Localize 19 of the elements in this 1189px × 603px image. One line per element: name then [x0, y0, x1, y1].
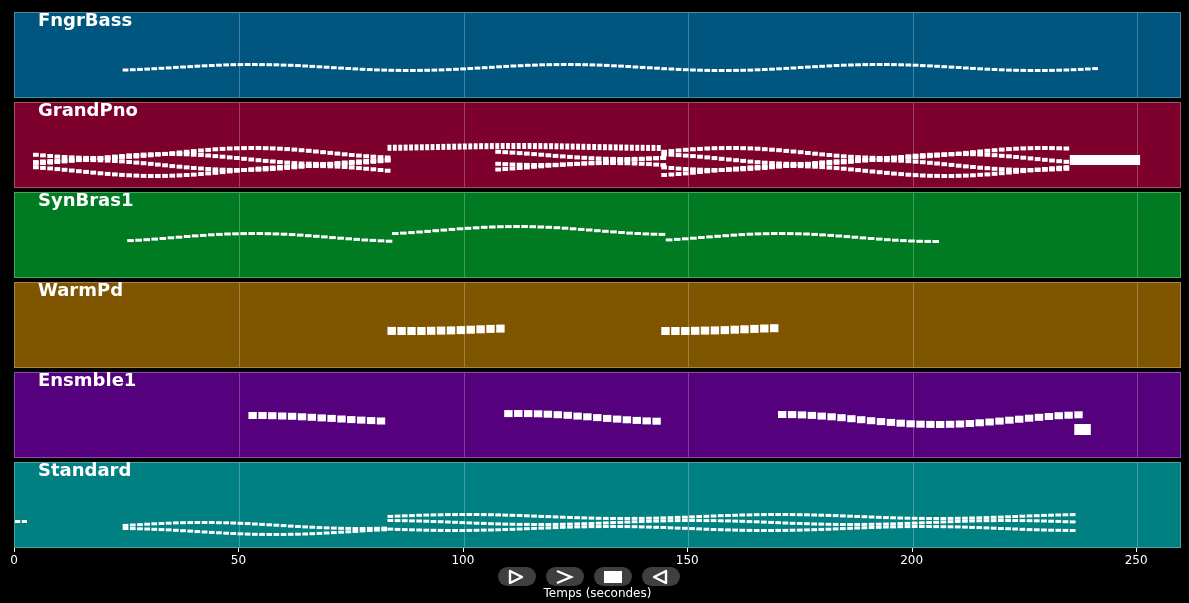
chevron-icon [555, 568, 575, 585]
track-name: SynBras1 [38, 189, 134, 211]
stop-button[interactable] [594, 567, 632, 586]
track-name: WarmPd [38, 279, 124, 301]
track-name: FngrBass [38, 9, 133, 31]
stop-icon [603, 568, 623, 585]
axis-tick-label: 0 [10, 553, 18, 567]
axis-tick-label: 250 [1124, 553, 1148, 567]
axis-tick-label: 100 [451, 553, 475, 567]
axis-title: Temps (secondes) [543, 586, 652, 600]
track-name: Ensmble1 [38, 369, 137, 391]
axis-tick-label: 150 [675, 553, 699, 567]
track-name: Standard [38, 459, 132, 481]
forward-button[interactable] [546, 567, 584, 586]
axis-tick-label: 50 [230, 553, 247, 567]
back-button[interactable] [642, 567, 680, 586]
track-name: GrandPno [38, 99, 138, 121]
play-button[interactable] [498, 567, 536, 586]
axis-tick-label: 200 [900, 553, 924, 567]
